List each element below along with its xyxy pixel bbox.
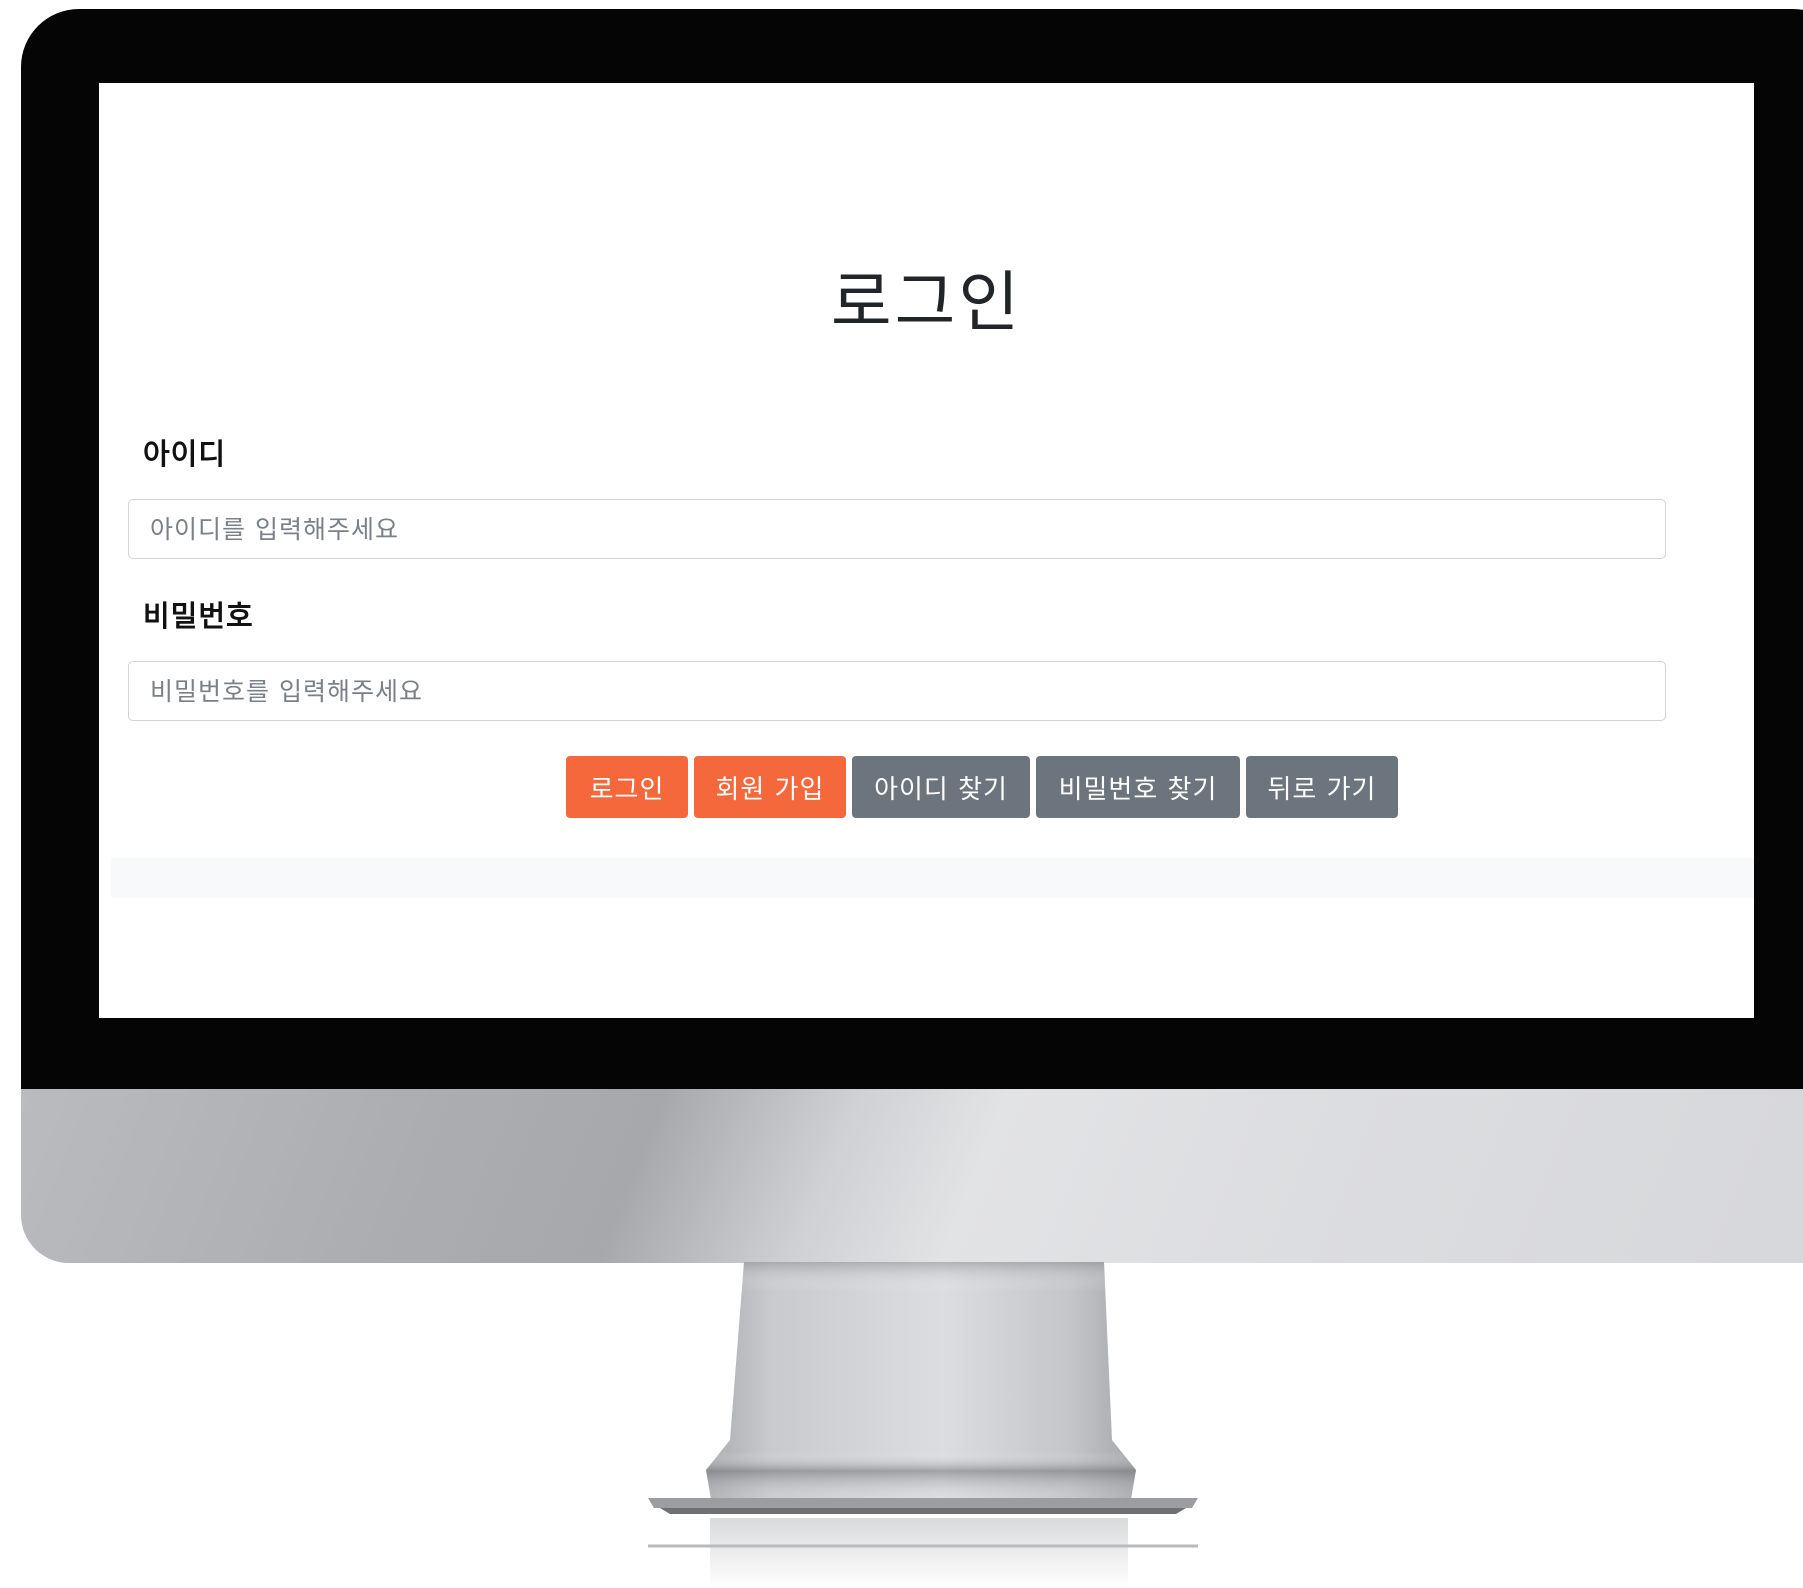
button-row: 로그인 회원 가입 아이디 찾기 비밀번호 찾기 뒤로 가기: [566, 756, 1398, 818]
find-id-button[interactable]: 아이디 찾기: [852, 756, 1030, 818]
screen: 로그인 아이디 비밀번호 로그인 회원 가입 아이디 찾기 비밀번호 찾기 뒤로…: [99, 83, 1754, 1018]
monitor-mockup: 로그인 아이디 비밀번호 로그인 회원 가입 아이디 찾기 비밀번호 찾기 뒤로…: [0, 0, 1803, 1588]
signup-button[interactable]: 회원 가입: [694, 756, 846, 818]
login-button[interactable]: 로그인: [566, 756, 688, 818]
find-password-button[interactable]: 비밀번호 찾기: [1036, 756, 1240, 818]
page-title: 로그인: [830, 264, 1023, 341]
id-label: 아이디: [143, 437, 227, 471]
id-input[interactable]: [128, 499, 1666, 559]
footer-strip: [111, 858, 1754, 898]
password-label: 비밀번호: [143, 599, 254, 633]
password-input[interactable]: [128, 661, 1666, 721]
back-button[interactable]: 뒤로 가기: [1246, 756, 1398, 818]
